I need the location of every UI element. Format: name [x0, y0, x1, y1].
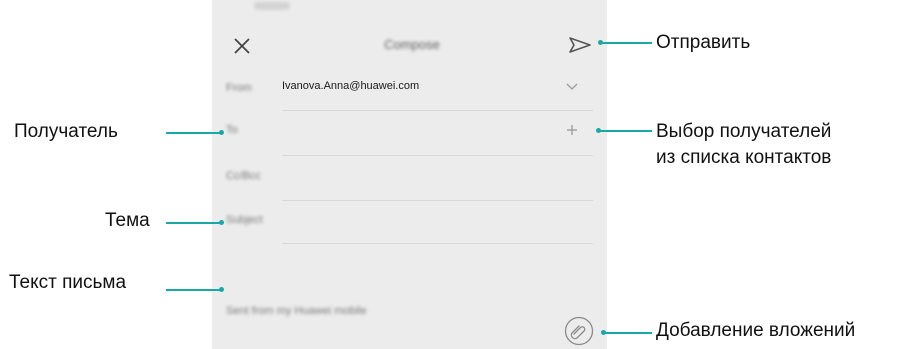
- callout-recipient: Получатель: [14, 121, 118, 142]
- from-field[interactable]: Ivanova.Anna@huawei.com: [282, 80, 419, 92]
- callout-contacts-line1: Выбор получателей: [656, 121, 832, 142]
- callout-line: [166, 289, 222, 291]
- callout-dot: [219, 287, 224, 292]
- from-label: From: [226, 82, 252, 94]
- callout-dot: [219, 220, 224, 225]
- body-signature: Sent from my Huawei mobile: [226, 305, 367, 317]
- callout-contacts-line2: из списка контактов: [656, 147, 832, 168]
- divider: [282, 110, 593, 111]
- email-compose-screen: Compose From Ivanova.Anna@huawei.com To …: [212, 0, 607, 349]
- callout-line: [166, 132, 222, 134]
- compose-toolbar: Compose: [212, 18, 607, 70]
- divider: [282, 243, 593, 244]
- chevron-down-icon[interactable]: [566, 83, 578, 91]
- add-recipient-icon[interactable]: [566, 124, 578, 136]
- callout-subject: Тема: [105, 210, 150, 231]
- callout-attach: Добавление вложений: [656, 320, 856, 341]
- to-field[interactable]: [212, 112, 607, 152]
- callout-line: [166, 222, 222, 224]
- status-bar: [254, 2, 290, 10]
- paperclip-icon[interactable]: [564, 316, 594, 346]
- subject-field[interactable]: [212, 202, 607, 242]
- send-icon[interactable]: [568, 36, 592, 54]
- callout-line: [605, 332, 652, 334]
- callout-dot: [219, 130, 224, 135]
- callout-body: Текст письма: [9, 272, 127, 293]
- page-title: Compose: [384, 37, 440, 52]
- cc-bcc-field[interactable]: [212, 158, 607, 198]
- divider: [282, 155, 593, 156]
- callout-line: [602, 42, 652, 44]
- callout-line: [600, 130, 652, 132]
- divider: [282, 200, 593, 201]
- body-field[interactable]: [212, 246, 607, 346]
- callout-send: Отправить: [656, 32, 751, 53]
- close-icon[interactable]: [232, 36, 252, 56]
